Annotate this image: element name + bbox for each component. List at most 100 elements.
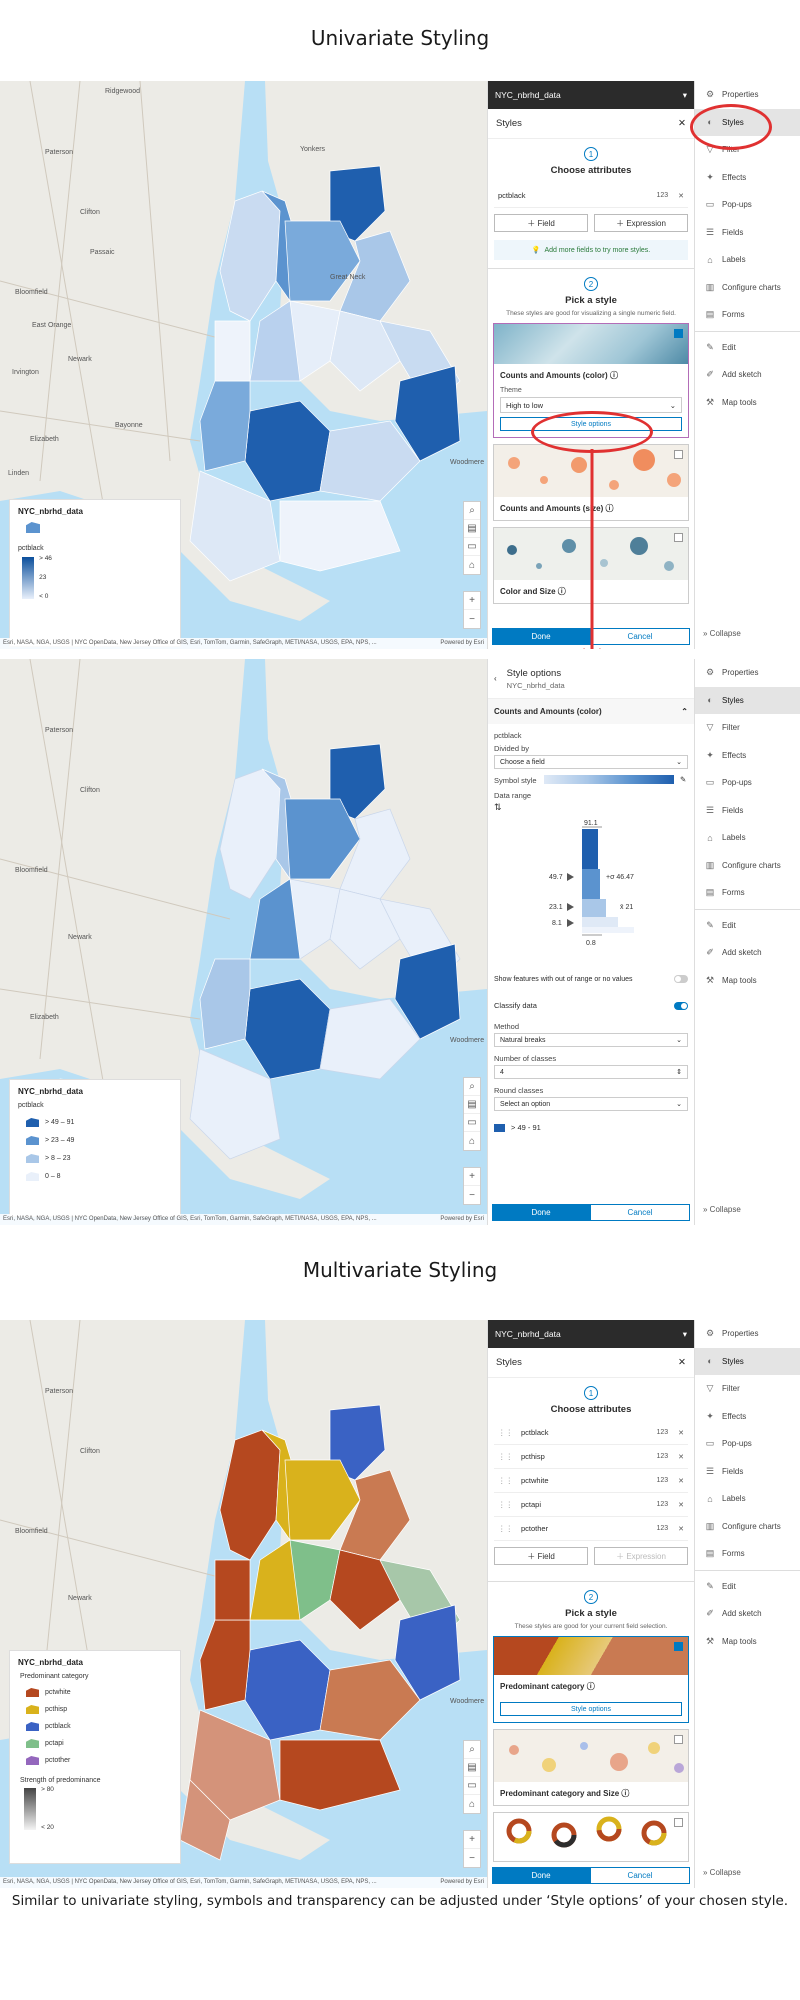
close-icon[interactable]: ✕ [678,118,686,129]
chevron-down-icon[interactable]: ▾ [683,90,687,101]
home-icon[interactable]: ⌂ [464,556,480,574]
tool-edit[interactable]: ✎ Edit [695,1573,800,1601]
selected-checkbox[interactable] [674,329,683,338]
tool-forms[interactable]: ▤ Forms [695,301,800,329]
section-header[interactable]: Counts and Amounts (color) ⌃ [488,699,694,724]
remove-field-icon[interactable]: ✕ [678,1453,684,1461]
tool-pop-ups[interactable]: ▭ Pop-ups [695,1430,800,1458]
tool-forms[interactable]: ▤ Forms [695,1540,800,1568]
zoom-in-button[interactable]: + [464,1168,480,1186]
style-card-predominant-size[interactable]: Predominant category and Size ⓘ [493,1729,689,1806]
collapse-button[interactable]: » Collapse [703,1205,741,1214]
tool-labels[interactable]: ⌂ Labels [695,1485,800,1513]
field-row[interactable]: ⋮⋮ pctother 123 ✕ [494,1517,688,1541]
drag-handle-icon[interactable]: ⋮⋮ [498,1452,513,1461]
checkbox[interactable] [674,533,683,542]
powered-by[interactable]: Powered by Esri [440,1879,484,1885]
tool-effects[interactable]: ✦ Effects [695,1403,800,1431]
stepper-icon[interactable]: ⇕ [676,1068,682,1076]
selected-checkbox[interactable] [674,1642,683,1651]
add-expression-button[interactable]: ＋ Expression [594,1547,688,1565]
tool-fields[interactable]: ☰ Fields [695,1458,800,1486]
tool-configure-charts[interactable]: ▥ Configure charts [695,274,800,302]
drag-handle-icon[interactable]: ⋮⋮ [498,1524,513,1533]
cancel-button[interactable]: Cancel [590,628,690,645]
tool-filter[interactable]: ▽ Filter [695,714,800,742]
style-card-predominant[interactable]: Predominant category ⓘ Style options [493,1636,689,1723]
classify-toggle[interactable] [674,1001,688,1010]
tool-pop-ups[interactable]: ▭ Pop-ups [695,191,800,219]
tool-edit[interactable]: ✎ Edit [695,912,800,940]
tool-fields[interactable]: ☰ Fields [695,219,800,247]
remove-field-icon[interactable]: ✕ [678,1477,684,1485]
tool-add-sketch[interactable]: ✐ Add sketch [695,939,800,967]
checkbox[interactable] [674,450,683,459]
info-icon[interactable]: ⓘ [606,504,614,513]
tool-add-sketch[interactable]: ✐ Add sketch [695,1600,800,1628]
checkbox[interactable] [674,1818,683,1827]
checkbox[interactable] [674,1735,683,1744]
tool-edit[interactable]: ✎ Edit [695,334,800,362]
zoom-in-button[interactable]: + [464,1831,480,1849]
cancel-button[interactable]: Cancel [590,1867,690,1884]
color-ramp-swatch[interactable] [544,775,674,784]
zoom-out-button[interactable]: − [464,1849,480,1867]
field-row[interactable]: ⋮⋮ pcthisp 123 ✕ [494,1445,688,1469]
add-field-button[interactable]: ＋ Field [494,1547,588,1565]
class-break-row[interactable]: > 49 - 91 [494,1123,688,1132]
search-icon[interactable]: ⌕ [464,1741,480,1759]
screen-icon[interactable]: ▭ [464,1777,480,1795]
remove-field-icon[interactable]: ✕ [678,1525,684,1533]
collapse-button[interactable]: » Collapse [703,629,741,638]
histogram-slider[interactable]: 91.1 49.7 23.1 8.1 +σ 46.47 x̄ 21 0.8 [494,815,690,965]
remove-field-icon[interactable]: ✕ [678,192,684,200]
screen-icon[interactable]: ▭ [464,538,480,556]
screen-icon[interactable]: ▭ [464,1114,480,1132]
map-view[interactable]: Paterson Clifton Passaic Bloomfield East… [0,81,487,649]
tool-map-tools[interactable]: ⚒ Map tools [695,389,800,417]
info-icon[interactable]: ⓘ [558,587,566,596]
remove-field-icon[interactable]: ✕ [678,1429,684,1437]
search-icon[interactable]: ⌕ [464,1078,480,1096]
search-icon[interactable]: ⌕ [464,502,480,520]
classes-input[interactable]: 4 ⇕ [494,1065,688,1079]
tool-filter[interactable]: ▽ Filter [695,1375,800,1403]
done-button[interactable]: Done [492,1204,590,1221]
done-button[interactable]: Done [492,628,590,645]
tool-styles[interactable]: ◐ Styles [695,686,800,714]
cancel-button[interactable]: Cancel [590,1204,690,1221]
map-view[interactable]: Paterson Clifton Bloomfield Newark Woodm… [0,1320,487,1888]
close-icon[interactable]: ✕ [678,1357,686,1368]
tool-labels[interactable]: ⌂ Labels [695,246,800,274]
round-select[interactable]: Select an option ⌄ [494,1097,688,1111]
drag-handle-icon[interactable]: ⋮⋮ [498,1476,513,1485]
info-icon[interactable]: ⓘ [610,371,618,380]
add-expression-button[interactable]: ＋ Expression [594,214,688,232]
home-icon[interactable]: ⌂ [464,1795,480,1813]
tool-properties[interactable]: ⚙ Properties [695,1320,800,1348]
info-icon[interactable]: ⓘ [587,1682,595,1691]
tool-map-tools[interactable]: ⚒ Map tools [695,967,800,995]
zoom-out-button[interactable]: − [464,1186,480,1204]
field-row[interactable]: ⋮⋮ pctblack 123 ✕ [494,1421,688,1445]
home-icon[interactable]: ⌂ [464,1132,480,1150]
style-options-button[interactable]: Style options [500,1702,682,1716]
show-out-of-range-toggle[interactable] [674,975,688,983]
collapse-button[interactable]: » Collapse [703,1868,741,1877]
field-row[interactable]: ⋮⋮ pctapi 123 ✕ [494,1493,688,1517]
style-card-donut[interactable] [493,1812,689,1862]
layers-icon[interactable]: ▤ [464,1759,480,1777]
info-icon[interactable]: ⓘ [621,1789,629,1798]
zoom-in-button[interactable]: + [464,592,480,610]
remove-field-icon[interactable]: ✕ [678,1501,684,1509]
tool-effects[interactable]: ✦ Effects [695,164,800,192]
tool-effects[interactable]: ✦ Effects [695,742,800,770]
tool-labels[interactable]: ⌂ Labels [695,824,800,852]
tool-configure-charts[interactable]: ▥ Configure charts [695,852,800,880]
tool-properties[interactable]: ⚙ Properties [695,81,800,109]
layers-icon[interactable]: ▤ [464,1096,480,1114]
powered-by[interactable]: Powered by Esri [440,640,484,646]
tool-forms[interactable]: ▤ Forms [695,879,800,907]
tool-properties[interactable]: ⚙ Properties [695,659,800,687]
tool-configure-charts[interactable]: ▥ Configure charts [695,1513,800,1541]
